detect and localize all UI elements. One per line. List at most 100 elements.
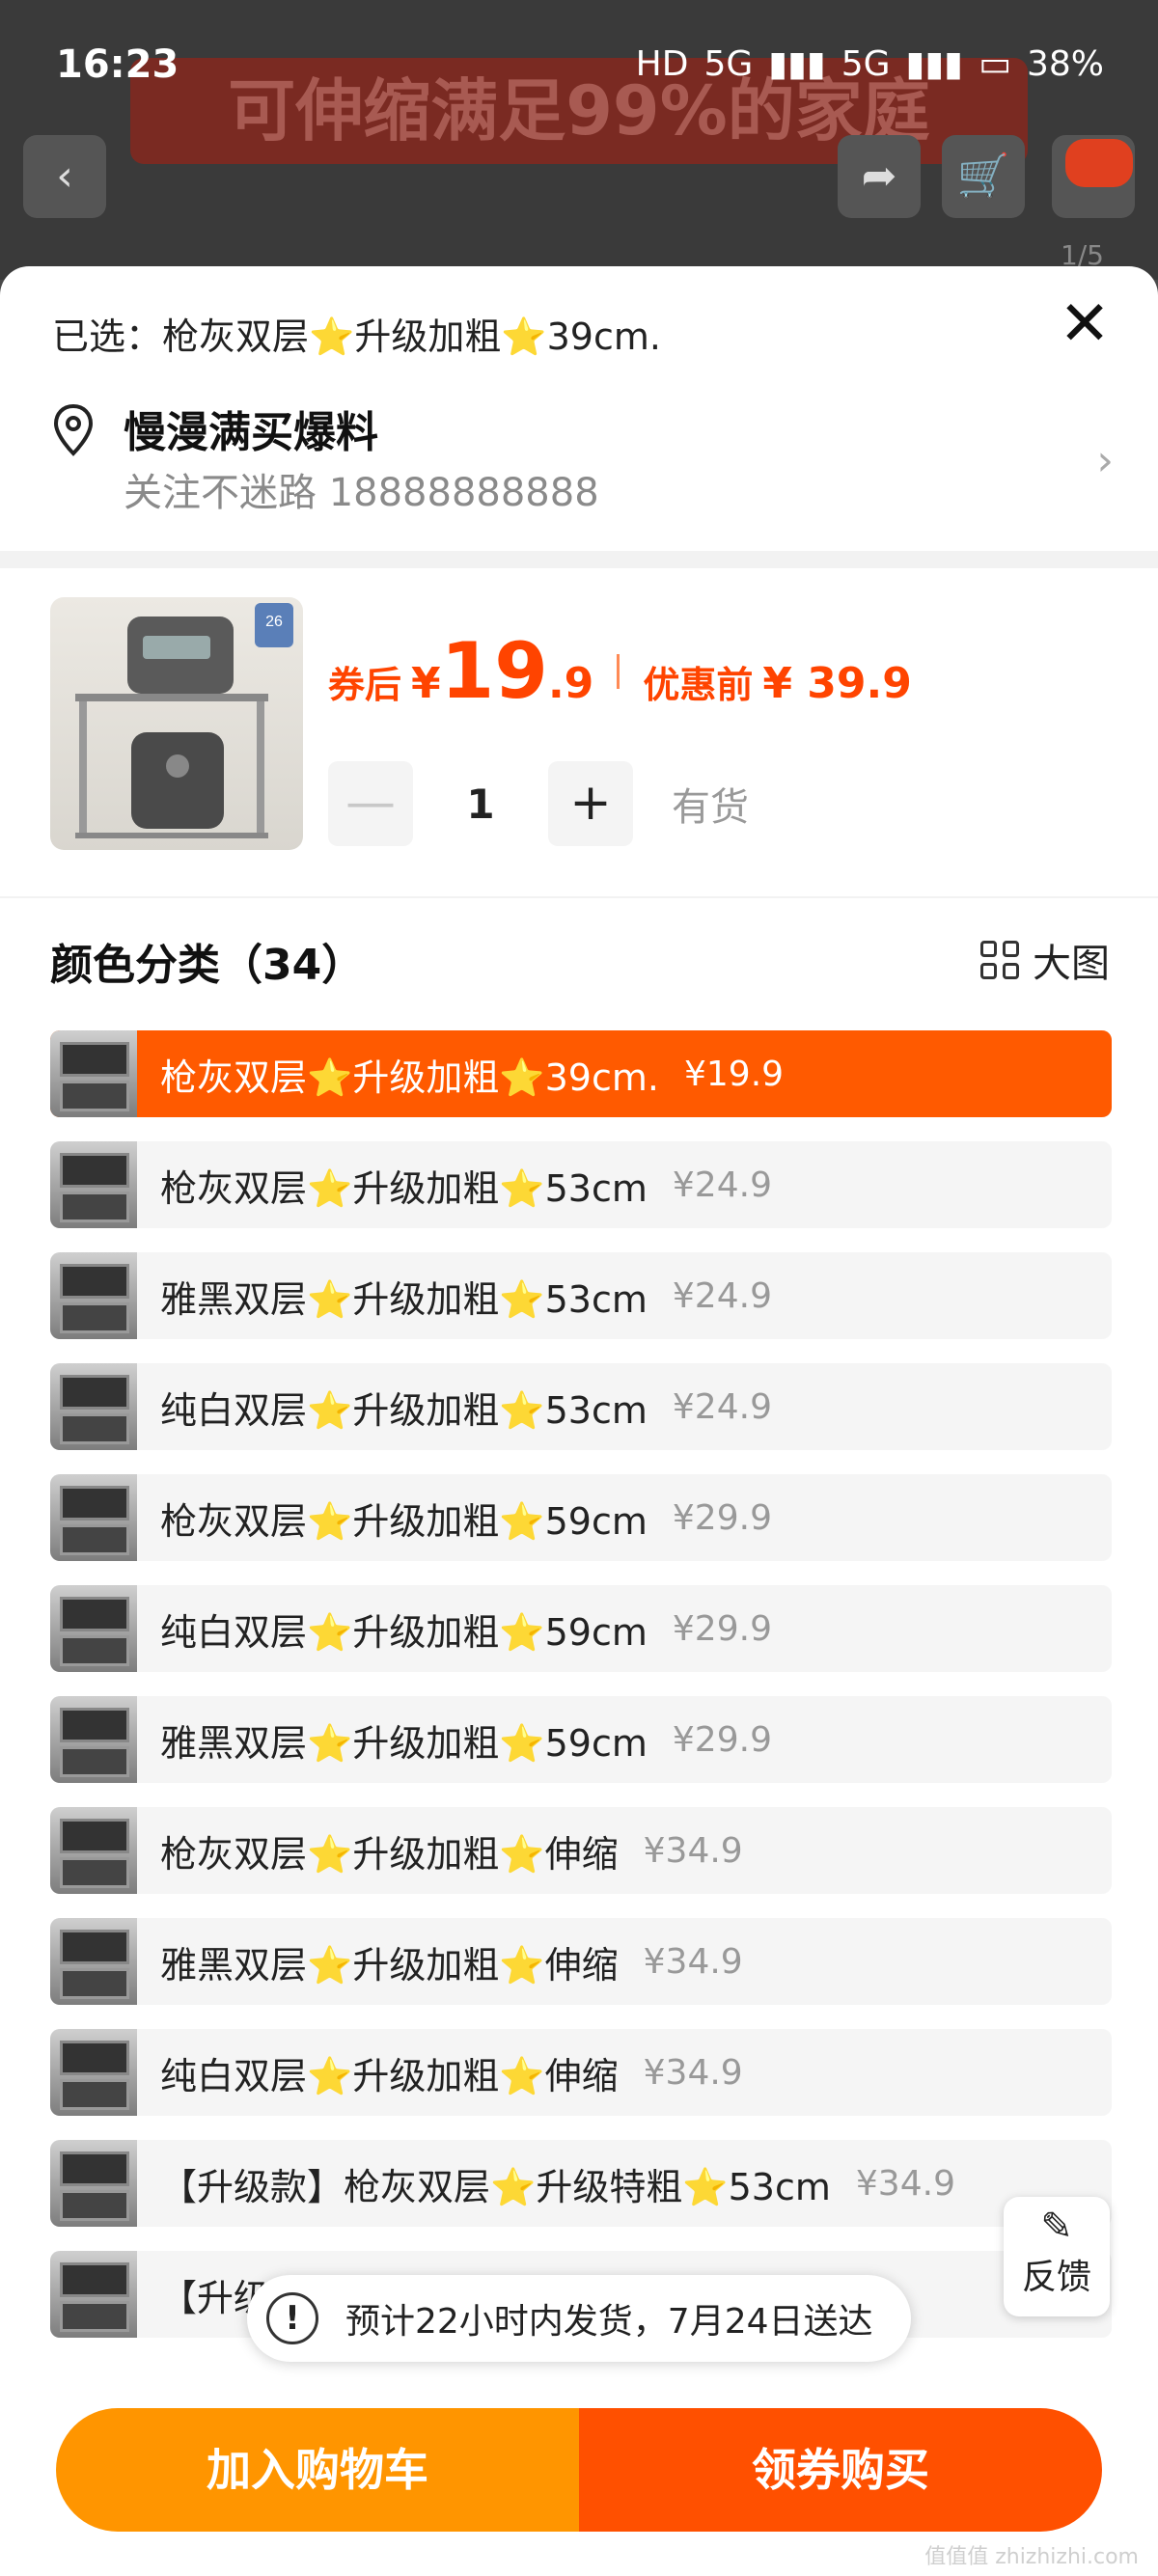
sku-option[interactable]: 枪灰双层⭐升级加粗⭐53cm ¥24.9 (50, 1141, 1112, 1228)
sku-option[interactable]: 纯白双层⭐升级加粗⭐53cm ¥24.9 (50, 1363, 1112, 1450)
after-coupon-label: 券后 (328, 664, 402, 706)
sku-option-name: 雅黑双层⭐升级加粗⭐53cm (160, 1277, 648, 1321)
edit-icon: ✎ (1040, 2205, 1073, 2249)
sku-option-name: 枪灰双层⭐升级加粗⭐伸缩 (160, 1832, 619, 1876)
stock-status: 有货 (672, 785, 749, 830)
quantity-stepper: — 1 + 有货 (328, 761, 749, 846)
sku-option[interactable]: 枪灰双层⭐升级加粗⭐59cm ¥29.9 (50, 1474, 1112, 1561)
grid-icon (980, 941, 1019, 979)
product-thumbnail[interactable]: 26 (50, 597, 303, 850)
battery-level: 38% (1026, 44, 1104, 84)
clock: 16:23 (56, 42, 179, 87)
sku-option-price: ¥29.9 (672, 1497, 772, 1538)
sku-option-price: ¥24.9 (672, 1165, 772, 1205)
big-view-label: 大图 (1033, 942, 1110, 986)
sku-option-thumbnail (50, 1807, 137, 1894)
back-arrow-icon: ‹ (56, 151, 73, 201)
message-badge (1065, 139, 1133, 187)
feedback-button[interactable]: ✎ 反馈 (1004, 2197, 1110, 2316)
sku-option-name: 枪灰双层⭐升级加粗⭐53cm (160, 1166, 648, 1210)
sku-option-thumbnail (50, 1918, 137, 2005)
address-phone: 关注不迷路 18888888888 (124, 471, 599, 515)
increase-button[interactable]: + (548, 761, 633, 846)
sku-option-price: ¥19.9 (683, 1054, 785, 1094)
sku-selector-sheet: 已选：枪灰双层⭐升级加粗⭐39cm. ✕ 慢漫满买爆料 关注不迷路 188888… (0, 266, 1158, 2576)
sku-option-thumbnail (50, 1474, 137, 1561)
price-integer: 19 (440, 626, 548, 716)
signal-icon: ▮▮▮ (905, 44, 963, 84)
category-header: 颜色分类（34） (50, 941, 365, 990)
selected-sku-text: 已选：枪灰双层⭐升级加粗⭐39cm. (52, 315, 661, 358)
divider (0, 896, 1158, 898)
chevron-right-icon: › (1096, 436, 1114, 485)
add-to-cart-button[interactable]: 加入购物车 (56, 2408, 579, 2532)
sku-option-list: 枪灰双层⭐升级加粗⭐39cm. ¥19.9 枪灰双层⭐升级加粗⭐53cm ¥24.9 雅… (50, 1030, 1112, 2362)
price-divider (617, 653, 620, 689)
cart-icon: 🛒 (956, 151, 1010, 201)
sku-option-name: 枪灰双层⭐升级加粗⭐39cm. (160, 1055, 659, 1099)
share-button[interactable]: ➦ (838, 135, 921, 218)
sku-option-thumbnail (50, 2251, 137, 2338)
sku-option-thumbnail (50, 1141, 137, 1228)
sku-option-name: 枪灰双层⭐升级加粗⭐59cm (160, 1499, 648, 1543)
battery-icon: ▭ (978, 44, 1011, 84)
delivery-toast: ! 预计22小时内发货，7月24日送达 (247, 2275, 911, 2362)
price-row: 券后 ¥ 19 .9 优惠前 ¥ 39.9 (328, 626, 912, 716)
coupon-buy-button[interactable]: 领券购买 (579, 2408, 1102, 2532)
sku-option[interactable]: 纯白双层⭐升级加粗⭐伸缩 ¥34.9 (50, 2029, 1112, 2116)
sku-option-name: 雅黑双层⭐升级加粗⭐伸缩 (160, 1943, 619, 1987)
quantity-value[interactable]: 1 (413, 781, 548, 828)
sku-option[interactable]: 枪灰双层⭐升级加粗⭐伸缩 ¥34.9 (50, 1807, 1112, 1894)
sku-option[interactable]: 雅黑双层⭐升级加粗⭐伸缩 ¥34.9 (50, 1918, 1112, 2005)
sku-option-thumbnail (50, 1585, 137, 1672)
sku-option-name: 纯白双层⭐升级加粗⭐53cm (160, 1388, 648, 1432)
location-pin-icon (53, 403, 94, 456)
sku-option-thumbnail (50, 2029, 137, 2116)
big-view-toggle[interactable]: 大图 (980, 932, 1110, 988)
sku-option-price: ¥24.9 (672, 1386, 772, 1427)
address-row[interactable]: 慢漫满买爆料 关注不迷路 18888888888 › (52, 397, 1114, 515)
sku-option-price: ¥34.9 (643, 2052, 743, 2093)
sku-option-price: ¥34.9 (643, 1941, 743, 1982)
sku-option[interactable]: 纯白双层⭐升级加粗⭐59cm ¥29.9 (50, 1585, 1112, 1672)
product-image: 26 (75, 603, 293, 838)
info-icon: ! (266, 2292, 318, 2344)
address-name: 慢漫满买爆料 (124, 408, 378, 457)
sku-option-price: ¥34.9 (855, 2163, 955, 2204)
delivery-text: 预计22小时内发货，7月24日送达 (345, 2302, 873, 2342)
share-icon: ➦ (861, 151, 897, 201)
cart-button[interactable]: 🛒 (942, 135, 1025, 218)
network-5g-1: 5G (703, 44, 754, 84)
decrease-button[interactable]: — (328, 761, 413, 846)
sku-option-price: ¥34.9 (643, 1830, 743, 1871)
status-bar: 16:23 HD 5G ▮▮▮ 5G ▮▮▮ ▭ 38% (0, 0, 1158, 135)
back-button[interactable]: ‹ (23, 135, 106, 218)
feedback-label: 反馈 (1021, 2258, 1091, 2297)
thumb-badge: 26 (265, 614, 283, 630)
status-icons: HD 5G ▮▮▮ 5G ▮▮▮ ▭ 38% (636, 44, 1104, 84)
action-bar: 加入购物车 领券购买 (56, 2408, 1102, 2532)
watermark: 值值值 zhizhizhi.com (924, 2545, 1139, 2569)
sku-option-thumbnail (50, 1252, 137, 1339)
close-button[interactable]: ✕ (1054, 293, 1116, 357)
sku-option[interactable]: 枪灰双层⭐升级加粗⭐39cm. ¥19.9 (50, 1030, 1112, 1117)
sku-option-name: 纯白双层⭐升级加粗⭐伸缩 (160, 2054, 619, 2097)
sku-option[interactable]: 【升级款】枪灰双层⭐升级特粗⭐53cm ¥34.9 (50, 2140, 1112, 2227)
close-icon: ✕ (1059, 288, 1111, 360)
hd-icon: HD (635, 44, 689, 84)
product-summary: 26 券后 ¥ 19 .9 优惠前 ¥ 39.9 — 1 + 有货 (0, 568, 1158, 896)
sku-option[interactable]: 雅黑双层⭐升级加粗⭐53cm ¥24.9 (50, 1252, 1112, 1339)
sku-option-name: 雅黑双层⭐升级加粗⭐59cm (160, 1721, 648, 1765)
currency-symbol: ¥ (411, 659, 441, 708)
sku-option-price: ¥29.9 (672, 1719, 772, 1760)
sku-option[interactable]: 雅黑双层⭐升级加粗⭐59cm ¥29.9 (50, 1696, 1112, 1783)
price-decimal: .9 (547, 659, 594, 708)
sku-option-name: 纯白双层⭐升级加粗⭐59cm (160, 1610, 648, 1654)
sku-option-price: ¥24.9 (672, 1275, 772, 1316)
sku-option-thumbnail (50, 1363, 137, 1450)
sku-option-name: 【升级款】枪灰双层⭐升级特粗⭐53cm (160, 2165, 831, 2208)
sku-option-thumbnail (50, 1696, 137, 1783)
sku-option-thumbnail (50, 1030, 137, 1117)
original-price: ¥ 39.9 (762, 659, 912, 708)
original-price-label: 优惠前 (643, 664, 754, 706)
